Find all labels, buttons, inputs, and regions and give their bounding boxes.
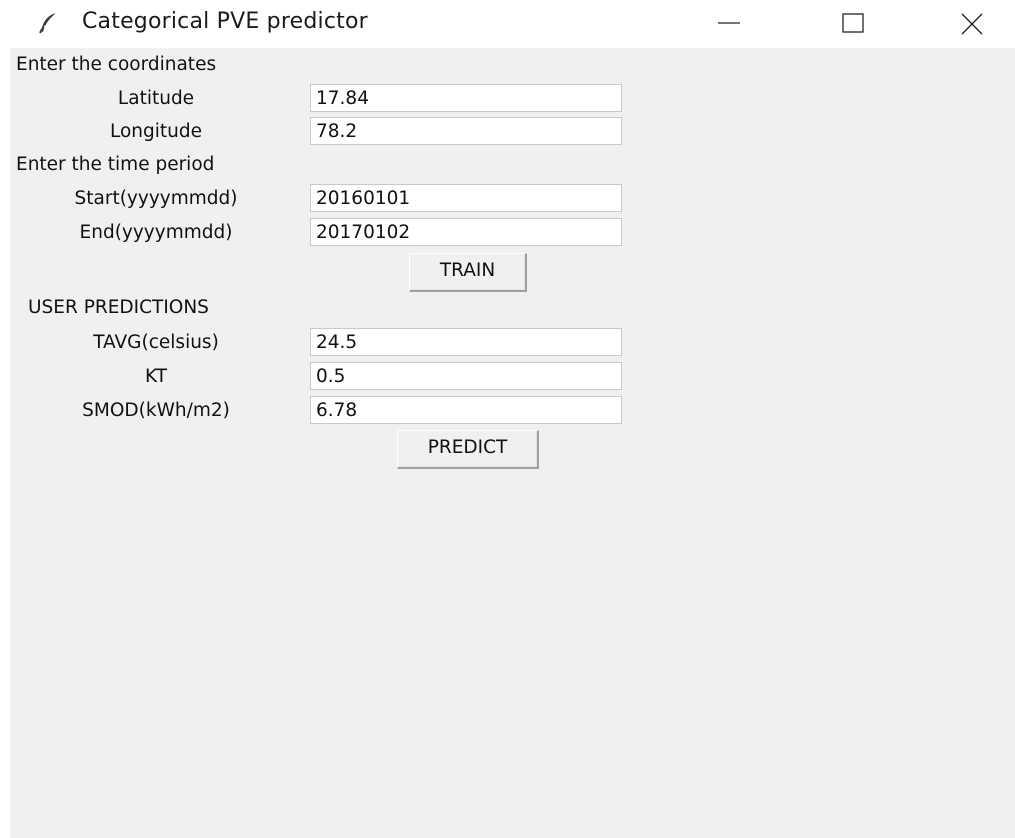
coordinates-heading: Enter the coordinates (16, 54, 217, 75)
predictions-heading: USER PREDICTIONS (28, 297, 209, 318)
title-bar[interactable]: Categorical PVE predictor (0, 0, 1015, 48)
smod-label: SMOD(kWh/m2) (82, 400, 230, 421)
app-window: Categorical PVE predictor Enter the coor… (0, 0, 1015, 838)
minimize-button[interactable] (698, 0, 758, 46)
latitude-input[interactable] (310, 84, 622, 112)
longitude-label: Longitude (109, 121, 202, 142)
form-area: Enter the coordinates Latitude Longitude… (10, 48, 1015, 838)
tavg-label: TAVG(celsius) (93, 332, 219, 353)
start-date-label: Start(yyyymmdd) (74, 188, 238, 209)
start-date-input[interactable] (310, 184, 622, 212)
feather-icon (36, 11, 60, 35)
kt-label: KT (145, 366, 167, 387)
maximize-button[interactable] (822, 0, 882, 46)
latitude-label: Latitude (117, 88, 195, 109)
train-button[interactable]: TRAIN (409, 253, 527, 292)
minimize-icon (718, 22, 740, 24)
window-title: Categorical PVE predictor (82, 9, 368, 34)
smod-input[interactable] (310, 396, 622, 424)
tavg-input[interactable] (310, 328, 622, 356)
close-button[interactable] (940, 0, 1000, 46)
close-icon (961, 13, 983, 35)
maximize-icon (842, 13, 864, 33)
longitude-input[interactable] (310, 117, 622, 145)
predict-button[interactable]: PREDICT (397, 430, 539, 469)
end-date-label: End(yyyymmdd) (79, 222, 233, 243)
kt-input[interactable] (310, 362, 622, 390)
end-date-input[interactable] (310, 218, 622, 246)
time-period-heading: Enter the time period (16, 154, 215, 175)
